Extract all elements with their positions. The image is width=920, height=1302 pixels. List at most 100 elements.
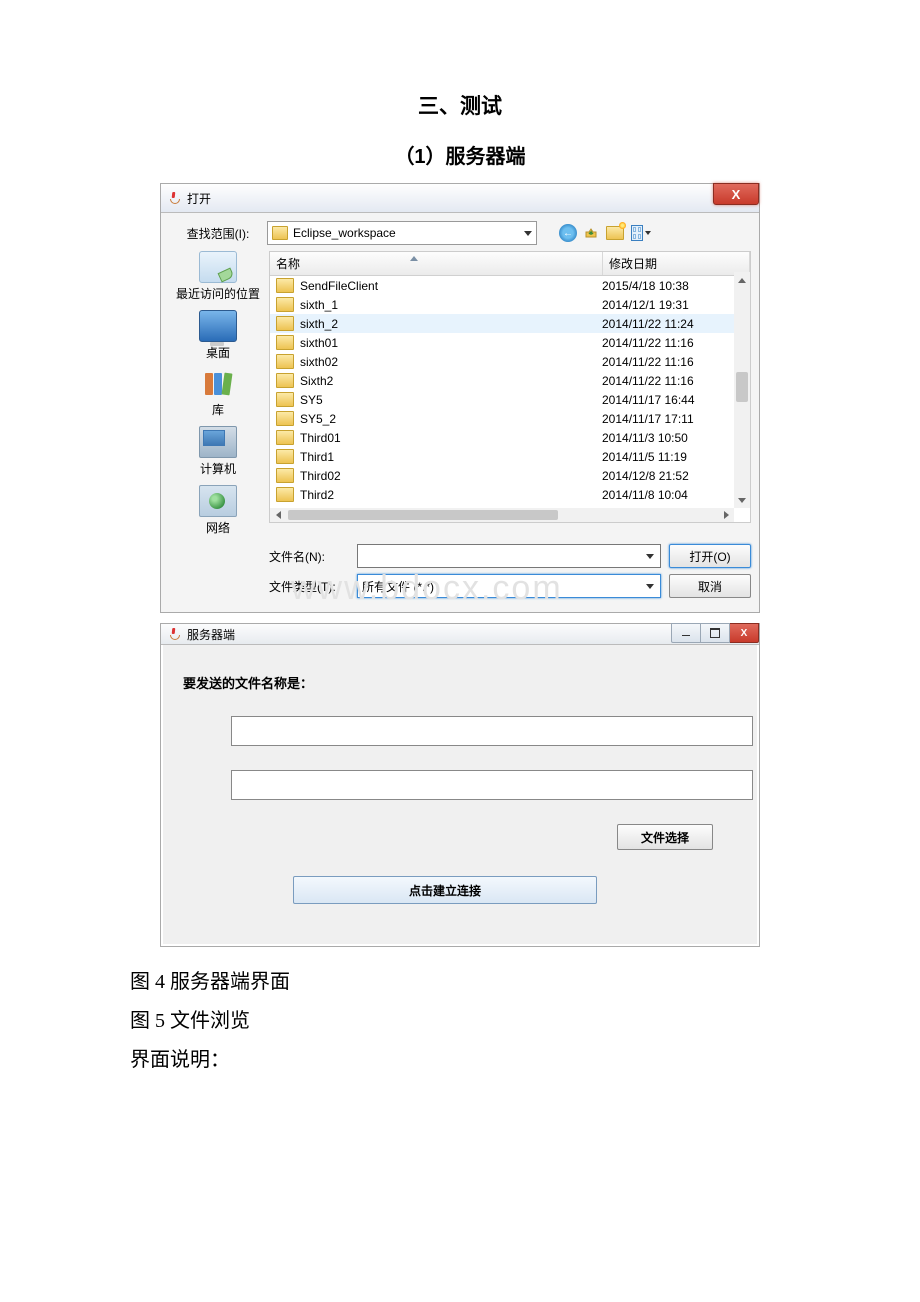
- horizontal-scrollbar[interactable]: [270, 508, 734, 522]
- new-folder-button[interactable]: [605, 223, 625, 243]
- lookin-combo[interactable]: Eclipse_workspace: [267, 221, 537, 245]
- chevron-down-icon: [646, 554, 654, 559]
- list-item[interactable]: SY5_22014/11/17 17:11: [270, 409, 750, 428]
- folder-icon: [276, 316, 294, 331]
- folder-icon: [276, 449, 294, 464]
- ui-description-label: 界面说明：: [130, 1043, 790, 1072]
- folder-icon: [276, 278, 294, 293]
- server-window: 服务器端 X 要发送的文件名称是： 文件选择 点击建立连接: [160, 623, 760, 947]
- item-date: 2014/11/22 11:16: [596, 336, 750, 350]
- up-one-level-button[interactable]: [583, 225, 599, 241]
- list-item[interactable]: Third02 2014/12/8 21:52: [270, 466, 750, 485]
- file-list[interactable]: 名称 修改日期 SendFileClient2015/4/18 10:38six…: [269, 251, 751, 523]
- dialog-title: 打开: [187, 190, 211, 207]
- places-libraries[interactable]: 库: [169, 369, 267, 418]
- lookin-value: Eclipse_workspace: [293, 226, 396, 240]
- folder-icon: [276, 487, 294, 502]
- scroll-thumb-h[interactable]: [288, 510, 558, 520]
- item-name: Third2: [300, 488, 334, 502]
- send-file-label: 要发送的文件名称是：: [183, 673, 737, 692]
- scroll-thumb[interactable]: [736, 372, 748, 402]
- places-desktop-label: 桌面: [169, 344, 267, 361]
- lookin-label: 查找范围(I):: [169, 225, 267, 242]
- list-item[interactable]: sixth01 2014/11/22 11:16: [270, 333, 750, 352]
- server-title: 服务器端: [187, 626, 235, 643]
- item-name: sixth_1: [300, 298, 338, 312]
- folder-icon: [276, 297, 294, 312]
- java-icon: [167, 191, 181, 205]
- list-item[interactable]: Third22014/11/8 10:04: [270, 485, 750, 504]
- file-select-button[interactable]: 文件选择: [617, 824, 713, 850]
- filename-label: 文件名(N):: [269, 548, 349, 565]
- vertical-scrollbar[interactable]: [734, 272, 750, 508]
- places-network-label: 网络: [169, 519, 267, 536]
- item-date: 2014/11/22 11:16: [596, 355, 750, 369]
- list-item[interactable]: sixth022014/11/22 11:16: [270, 352, 750, 371]
- list-header[interactable]: 名称 修改日期: [270, 252, 750, 276]
- recent-icon: [199, 251, 237, 283]
- folder-icon: [276, 373, 294, 388]
- list-item[interactable]: Sixth22014/11/22 11:16: [270, 371, 750, 390]
- close-button[interactable]: X: [730, 623, 759, 643]
- item-name: SY5: [300, 393, 323, 407]
- item-name: Third02: [300, 469, 341, 483]
- close-button[interactable]: X: [713, 183, 759, 205]
- item-name: sixth_2: [300, 317, 338, 331]
- cancel-button[interactable]: 取消: [669, 574, 751, 598]
- col-name[interactable]: 名称: [270, 252, 603, 275]
- folder-icon: [276, 430, 294, 445]
- item-name: SY5_2: [300, 412, 336, 426]
- item-name: Third01: [300, 431, 341, 445]
- item-date: 2014/11/3 10:50: [596, 431, 750, 445]
- item-date: 2014/11/5 11:19: [596, 450, 750, 464]
- scroll-up-icon[interactable]: [734, 272, 750, 288]
- item-name: sixth01: [300, 336, 338, 350]
- figure-4-caption: 图 4 服务器端界面: [130, 965, 790, 994]
- places-desktop[interactable]: 桌面: [169, 310, 267, 361]
- file-path-input-1[interactable]: [231, 716, 753, 746]
- view-menu-button[interactable]: [631, 223, 651, 243]
- item-date: 2014/12/8 21:52: [596, 469, 750, 483]
- places-network[interactable]: 网络: [169, 485, 267, 536]
- scroll-left-icon[interactable]: [270, 508, 286, 522]
- filename-input[interactable]: [357, 544, 661, 568]
- folder-icon: [276, 335, 294, 350]
- places-recent-label: 最近访问的位置: [169, 285, 267, 302]
- places-computer-label: 计算机: [169, 460, 267, 477]
- maximize-button[interactable]: [701, 623, 730, 643]
- list-item[interactable]: sixth_1 2014/12/1 19:31: [270, 295, 750, 314]
- list-item[interactable]: Third01 2014/11/3 10:50: [270, 428, 750, 447]
- places-libraries-label: 库: [169, 401, 267, 418]
- heading-main: 三、测试: [130, 90, 790, 120]
- libraries-icon: [200, 369, 236, 399]
- filetype-label: 文件类型(T):: [269, 578, 349, 595]
- item-date: 2014/11/22 11:24: [596, 317, 750, 331]
- figure-5-caption: 图 5 文件浏览: [130, 1004, 790, 1033]
- dialog-titlebar: 打开 X: [161, 184, 759, 213]
- list-item[interactable]: Third1 2014/11/5 11:19: [270, 447, 750, 466]
- list-item[interactable]: SY52014/11/17 16:44: [270, 390, 750, 409]
- places-computer[interactable]: 计算机: [169, 426, 267, 477]
- minimize-button[interactable]: [671, 623, 701, 643]
- item-name: Third1: [300, 450, 334, 464]
- folder-icon: [276, 392, 294, 407]
- list-item[interactable]: sixth_2 2014/11/22 11:24: [270, 314, 750, 333]
- item-date: 2015/4/18 10:38: [596, 279, 750, 293]
- connect-button[interactable]: 点击建立连接: [293, 876, 597, 904]
- list-item[interactable]: SendFileClient2015/4/18 10:38: [270, 276, 750, 295]
- item-date: 2014/12/1 19:31: [596, 298, 750, 312]
- scroll-down-icon[interactable]: [734, 492, 750, 508]
- filetype-combo[interactable]: 所有文件 (*.*): [357, 574, 661, 598]
- folder-icon: [272, 226, 288, 240]
- filetype-value: 所有文件 (*.*): [362, 578, 434, 595]
- places-recent[interactable]: 最近访问的位置: [169, 251, 267, 302]
- col-date[interactable]: 修改日期: [603, 252, 750, 275]
- open-button[interactable]: 打开(O): [669, 544, 751, 568]
- heading-sub: （1）服务器端: [130, 140, 790, 169]
- sort-asc-icon: [410, 256, 418, 261]
- server-titlebar: 服务器端 X: [161, 624, 759, 645]
- file-path-input-2[interactable]: [231, 770, 753, 800]
- scroll-right-icon[interactable]: [718, 508, 734, 522]
- folder-icon: [276, 411, 294, 426]
- back-button[interactable]: ←: [559, 224, 577, 242]
